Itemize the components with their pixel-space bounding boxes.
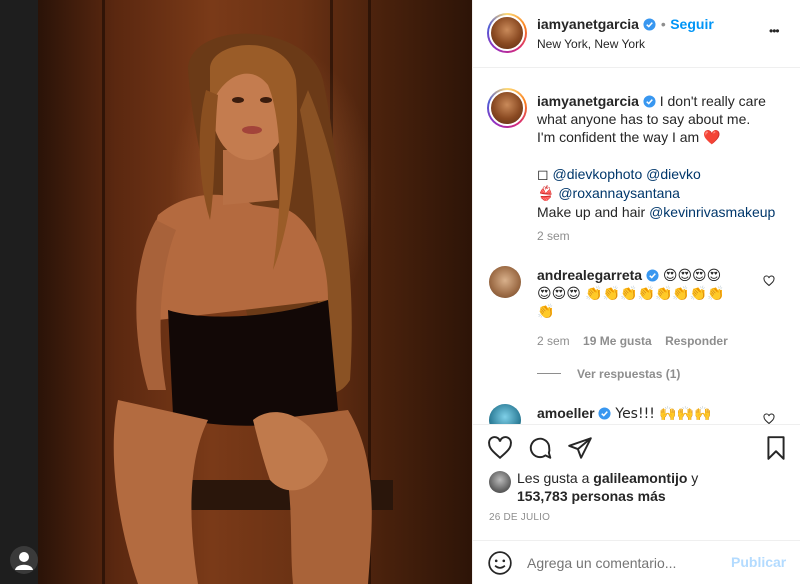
post-comment-button[interactable]: Publicar [731, 554, 786, 570]
author-username[interactable]: iamyanetgarcia [537, 16, 639, 32]
view-replies-button[interactable]: Ver respuestas (1) [577, 367, 680, 381]
post-sidebar: iamyanetgarcia • Seguir New York, New Yo… [472, 0, 800, 584]
comment-meta: 2 sem 19 Me gusta Responder [537, 334, 728, 348]
likes-conj: y [691, 470, 699, 486]
mention-kevinrivasmakeup[interactable]: @kevinrivasmakeup [649, 204, 775, 220]
emoji-smiley-icon[interactable] [487, 550, 513, 576]
replies-divider [537, 373, 561, 374]
likes-prefix: Les gusta a [517, 470, 590, 486]
likes-summary: Les gusta a galileamontijo y 153,783 per… [517, 469, 787, 505]
profile-avatar-icon[interactable] [10, 546, 38, 574]
caption-line-1: I don't really care [659, 93, 766, 109]
reply-button[interactable]: Responder [665, 334, 728, 348]
comment-1: andrealegarreta 😍😍😍😍 😍😍😍 👏👏👏👏👏👏👏👏 👏 [537, 266, 767, 321]
photo-subject [113, 33, 393, 584]
heart-emoji: ❤️ [703, 130, 721, 146]
post-photo[interactable] [38, 0, 472, 584]
comment-time[interactable]: 2 sem [537, 334, 570, 348]
comment-like-heart-icon[interactable] [763, 413, 775, 424]
comment-text: Yes!!! 🙌🙌🙌 [615, 406, 712, 422]
caption-timestamp[interactable]: 2 sem [537, 229, 570, 243]
commenter-avatar[interactable] [489, 266, 521, 298]
caption: iamyanetgarcia I don't really care what … [537, 92, 787, 221]
caption-avatar[interactable] [487, 88, 527, 128]
author-avatar[interactable] [487, 13, 527, 53]
comment-bubble-icon[interactable] [527, 435, 553, 461]
verified-badge-icon [643, 95, 656, 108]
credit-makeup-label: Make up and hair [537, 204, 646, 220]
likes-count[interactable]: 153,783 personas más [517, 487, 787, 505]
verified-badge-icon [643, 18, 656, 31]
comments-scroll-area[interactable]: iamyanetgarcia I don't really care what … [473, 68, 800, 424]
caption-username[interactable]: iamyanetgarcia [537, 93, 639, 109]
post-header: iamyanetgarcia • Seguir New York, New Yo… [473, 0, 800, 68]
camera-emoji: ◻ [537, 167, 549, 183]
caption-line-2: what anyone has to say about me. [537, 111, 751, 127]
liker-avatar[interactable] [489, 471, 511, 493]
comment-likes[interactable]: 19 Me gusta [583, 334, 652, 348]
save-bookmark-icon[interactable] [763, 435, 789, 461]
follow-button[interactable]: Seguir [670, 16, 714, 32]
post-date[interactable]: 26 DE JULIO [489, 512, 550, 523]
like-heart-icon[interactable] [487, 435, 513, 461]
comment-text-1: 😍😍😍😍 [662, 268, 722, 284]
comment-2: amoeller Yes!!! 🙌🙌🙌 [537, 404, 712, 423]
instagram-post-modal: iamyanetgarcia • Seguir New York, New Yo… [0, 0, 800, 584]
comment-text-3: 👏 [537, 304, 555, 320]
header-separator: • [660, 16, 666, 32]
comment-like-heart-icon[interactable] [763, 275, 775, 287]
share-paper-plane-icon[interactable] [567, 435, 593, 461]
comment-input[interactable] [527, 553, 727, 573]
caption-line-3: I'm confident the way I am [537, 129, 700, 145]
comment-username[interactable]: amoeller [537, 405, 595, 421]
more-options-button[interactable]: ••• [769, 24, 780, 38]
post-location[interactable]: New York, New York [537, 37, 645, 51]
mention-dievko[interactable]: @dievko [646, 166, 701, 182]
verified-badge-icon [646, 269, 659, 282]
comment-username[interactable]: andrealegarreta [537, 267, 642, 283]
commenter-avatar[interactable] [489, 404, 521, 424]
mention-roxannaysantana[interactable]: @roxannaysantana [558, 185, 680, 201]
verified-badge-icon [598, 407, 612, 420]
liker-username[interactable]: galileamontijo [593, 470, 687, 486]
comment-text-2: 😍😍😍 👏👏👏👏👏👏👏👏 [537, 286, 725, 302]
bikini-emoji: 👙 [537, 186, 555, 202]
mention-dievkophoto[interactable]: @dievkophoto [553, 166, 643, 182]
comment-composer: Publicar [473, 540, 800, 584]
